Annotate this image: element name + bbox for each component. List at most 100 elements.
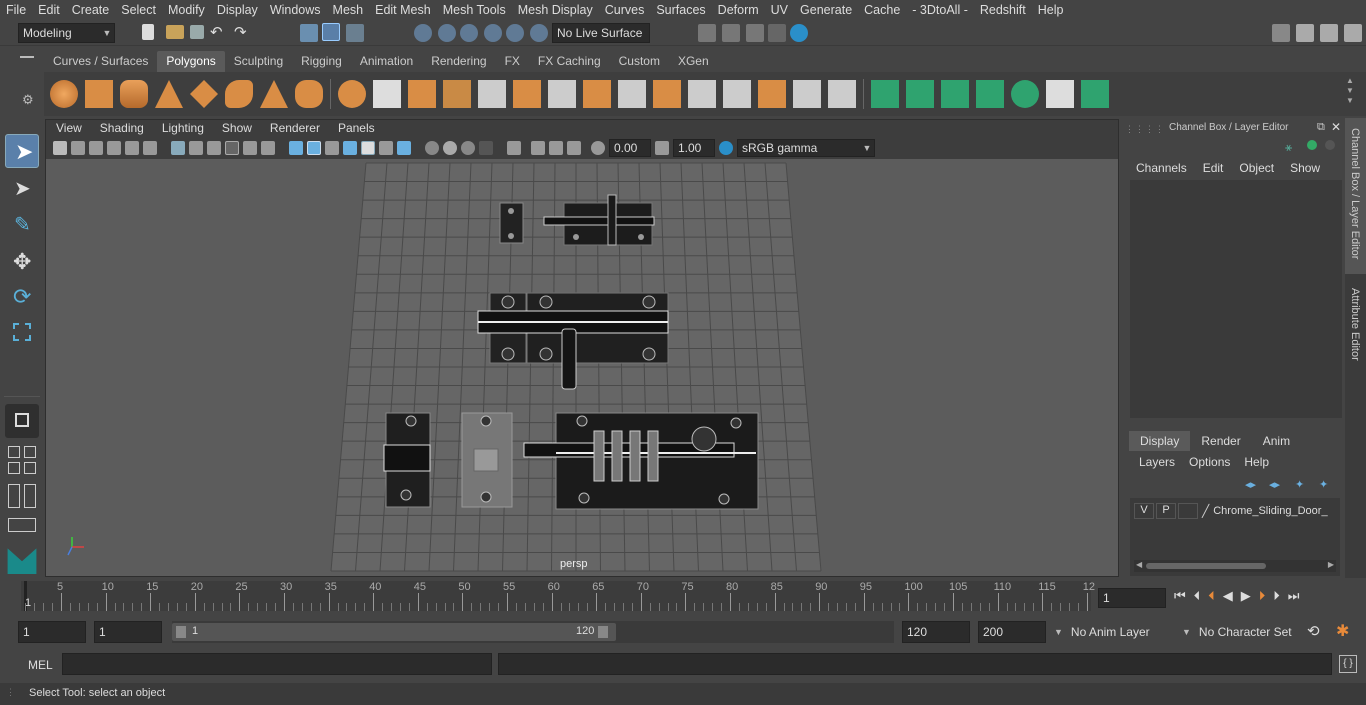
menu-edit-mesh[interactable]: Edit Mesh bbox=[369, 3, 437, 17]
shelf-menu-icon[interactable] bbox=[20, 56, 34, 58]
scroll-left-icon[interactable]: ◀ bbox=[1136, 560, 1142, 569]
layer-scrollbar[interactable]: ◀ ▶ bbox=[1134, 560, 1336, 572]
paint-select-icon[interactable]: ✎ bbox=[5, 208, 39, 242]
xray-icon[interactable] bbox=[531, 141, 545, 155]
move-layer-down-icon[interactable]: ◂▸ bbox=[1269, 478, 1280, 491]
isolate-select-icon[interactable] bbox=[507, 141, 521, 155]
layer-row[interactable]: V P ╱ Chrome_Sliding_Door_ bbox=[1134, 502, 1336, 520]
wireframe-icon[interactable] bbox=[289, 141, 303, 155]
tab-anim[interactable]: Anim bbox=[1252, 431, 1301, 451]
layer-name[interactable]: Chrome_Sliding_Door_ bbox=[1213, 505, 1327, 517]
xray-joints-icon[interactable] bbox=[567, 141, 581, 155]
poly-sphere-icon[interactable] bbox=[50, 80, 78, 108]
layer-menu-options[interactable]: Options bbox=[1189, 455, 1230, 469]
scene-start-field[interactable]: 1 bbox=[18, 621, 86, 643]
uv-cylindrical-icon[interactable] bbox=[906, 80, 934, 108]
range-handle[interactable]: 1 120 bbox=[172, 623, 616, 641]
side-layout-icon[interactable] bbox=[24, 484, 36, 508]
menu-select[interactable]: Select bbox=[115, 3, 162, 17]
scale-tool-icon[interactable] bbox=[5, 318, 39, 352]
poly-torus-icon[interactable] bbox=[225, 80, 253, 108]
menu-display[interactable]: Display bbox=[211, 3, 264, 17]
menu-create[interactable]: Create bbox=[66, 3, 116, 17]
redo-icon[interactable]: ↷ bbox=[234, 23, 247, 41]
field-chart-icon[interactable] bbox=[243, 141, 257, 155]
channel-list[interactable] bbox=[1130, 180, 1342, 418]
poly-cube-icon[interactable] bbox=[85, 80, 113, 108]
hypershade-layout-icon[interactable] bbox=[8, 518, 36, 532]
range-handle-left[interactable] bbox=[176, 626, 186, 638]
viewport-menu-panels[interactable]: Panels bbox=[329, 120, 384, 138]
uv-automatic-icon[interactable] bbox=[976, 80, 1004, 108]
tab-attribute-editor[interactable]: Attribute Editor bbox=[1345, 278, 1366, 378]
gamma-field[interactable]: 1.00 bbox=[673, 139, 715, 157]
step-forward-key-icon[interactable]: ⏵ bbox=[1259, 588, 1266, 604]
step-forward-frame-icon[interactable]: ⏵ bbox=[1273, 588, 1280, 604]
menu-cache[interactable]: Cache bbox=[858, 3, 906, 17]
menu-mesh-tools[interactable]: Mesh Tools bbox=[437, 3, 512, 17]
time-ruler[interactable]: 1 5 10 15 20 25 30 35 40 45 50 55 60 65 70 75 80 85 90 95 1… bbox=[21, 581, 1095, 611]
render-frame-icon[interactable] bbox=[698, 24, 716, 42]
new-scene-icon[interactable] bbox=[142, 24, 154, 40]
select-component-icon[interactable] bbox=[346, 24, 364, 42]
viewport-canvas[interactable]: persp bbox=[46, 159, 1118, 576]
script-editor-icon[interactable]: { } bbox=[1339, 655, 1357, 673]
tab-display[interactable]: Display bbox=[1129, 431, 1191, 451]
uv-planar-icon[interactable] bbox=[871, 80, 899, 108]
menu-windows[interactable]: Windows bbox=[264, 3, 327, 17]
menu-generate[interactable]: Generate bbox=[794, 3, 858, 17]
bridge-icon[interactable] bbox=[618, 80, 646, 108]
new-layer-icon[interactable]: ✦ bbox=[1295, 478, 1304, 491]
step-back-key-icon[interactable]: ⏴ bbox=[1208, 588, 1215, 604]
step-back-frame-icon[interactable]: ⏴ bbox=[1194, 588, 1201, 604]
menu-uv[interactable]: UV bbox=[765, 3, 794, 17]
exposure-field[interactable]: 0.00 bbox=[609, 139, 651, 157]
hypershade-icon[interactable] bbox=[768, 24, 786, 42]
menu-mesh-display[interactable]: Mesh Display bbox=[512, 3, 599, 17]
tab-custom[interactable]: Custom bbox=[610, 51, 669, 72]
uv-unfold-icon[interactable] bbox=[1011, 80, 1039, 108]
xray-active-icon[interactable] bbox=[549, 141, 563, 155]
tab-curves-surfaces[interactable]: Curves / Surfaces bbox=[44, 51, 157, 72]
menu-mesh[interactable]: Mesh bbox=[327, 3, 370, 17]
target-weld-icon[interactable] bbox=[758, 80, 786, 108]
channel-menu-channels[interactable]: Channels bbox=[1136, 161, 1187, 175]
grid-toggle-icon[interactable] bbox=[171, 141, 185, 155]
tab-render[interactable]: Render bbox=[1190, 431, 1251, 451]
move-layer-up-icon[interactable]: ◂▸ bbox=[1245, 478, 1256, 491]
channel-box-toggle-icon[interactable] bbox=[1344, 24, 1362, 42]
playback-start-field[interactable]: 1 bbox=[94, 621, 162, 643]
color-space-dropdown[interactable]: sRGB gamma ▼ bbox=[737, 139, 875, 157]
grease-pencil-icon[interactable] bbox=[143, 141, 157, 155]
anti-aliasing-icon[interactable] bbox=[461, 141, 475, 155]
tab-xgen[interactable]: XGen bbox=[669, 51, 718, 72]
depth-of-field-icon[interactable] bbox=[479, 141, 493, 155]
remesh-icon[interactable] bbox=[513, 80, 541, 108]
default-material-icon[interactable] bbox=[325, 141, 339, 155]
go-to-start-icon[interactable]: ⏮ bbox=[1174, 588, 1186, 604]
color-management-icon[interactable] bbox=[719, 141, 733, 155]
poly-cylinder-icon[interactable] bbox=[120, 80, 148, 108]
current-frame-field[interactable]: 1 bbox=[1098, 588, 1166, 608]
new-layer-selected-icon[interactable]: ✦ bbox=[1319, 478, 1328, 491]
tab-sculpting[interactable]: Sculpting bbox=[225, 51, 292, 72]
select-hierarchy-icon[interactable] bbox=[300, 24, 318, 42]
merge-icon[interactable] bbox=[793, 80, 821, 108]
poly-pyramid-icon[interactable] bbox=[260, 80, 288, 108]
anim-layer-dropdown[interactable]: ▼ No Anim Layer bbox=[1050, 621, 1164, 643]
fill-hole-icon[interactable] bbox=[723, 80, 751, 108]
four-view-layout-icon[interactable] bbox=[8, 446, 20, 458]
resolution-gate-icon[interactable] bbox=[207, 141, 221, 155]
reduce-icon[interactable] bbox=[478, 80, 506, 108]
bevel-icon[interactable] bbox=[653, 80, 681, 108]
lasso-tool-icon[interactable]: ➤ bbox=[5, 172, 39, 206]
layer-menu-layers[interactable]: Layers bbox=[1139, 455, 1175, 469]
scene-end-field[interactable]: 200 bbox=[978, 621, 1046, 643]
speed-icon[interactable] bbox=[1307, 140, 1317, 150]
panel-grip-icon[interactable]: ⋮⋮⋮⋮ bbox=[1125, 124, 1165, 135]
combine-icon[interactable] bbox=[338, 80, 366, 108]
layer-playback-toggle[interactable]: P bbox=[1156, 503, 1176, 519]
viewport-menu-lighting[interactable]: Lighting bbox=[153, 120, 213, 138]
tab-animation[interactable]: Animation bbox=[351, 51, 422, 72]
command-input[interactable] bbox=[62, 653, 492, 675]
